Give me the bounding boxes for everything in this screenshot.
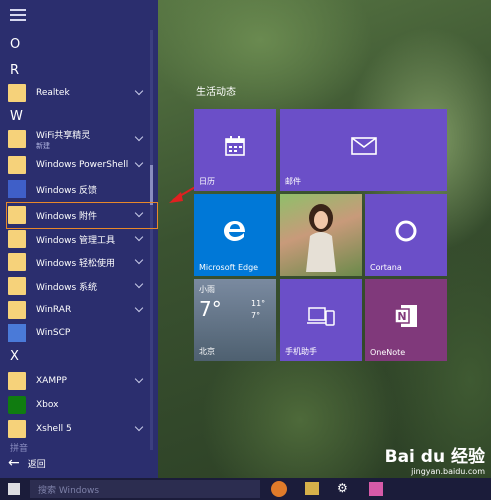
weather-tile[interactable]: 小雨 7° 11° 7° 北京 <box>194 279 276 361</box>
app-label: WinSCP <box>36 328 71 338</box>
folder-icon <box>8 230 26 248</box>
calendar-tile[interactable]: 日历 <box>194 109 276 191</box>
hamburger-menu-icon[interactable] <box>10 9 26 21</box>
baidu-watermark: Bai du 经验 jingyan.baidu.com <box>385 442 485 476</box>
mail-icon <box>350 137 377 155</box>
folder-icon <box>8 253 26 271</box>
app-label: Xbox <box>36 400 59 410</box>
app-item-xshell[interactable]: Xshell 5 <box>8 418 150 440</box>
tile-group-title: 生活动态 <box>196 87 236 98</box>
mail-tile[interactable]: 邮件 <box>280 109 447 191</box>
app-item-winrar[interactable]: WinRAR <box>8 299 150 321</box>
app-label: Realtek <box>36 88 70 98</box>
chevron-down-icon <box>134 86 144 96</box>
section-letter-pinyin[interactable]: 拼音 <box>10 441 28 454</box>
chevron-down-icon <box>134 132 144 142</box>
phone-companion-tile[interactable]: 手机助手 <box>280 279 362 361</box>
app-label: Windows PowerShell <box>36 160 129 170</box>
photos-tile[interactable] <box>280 194 362 276</box>
back-arrow-icon: ← <box>8 455 20 471</box>
xbox-icon <box>8 396 26 414</box>
app-label: Windows 系统 <box>36 282 98 293</box>
phone-laptop-icon <box>307 307 335 326</box>
weather-condition: 小雨 <box>199 285 215 294</box>
onenote-tile[interactable]: N OneNote <box>365 279 447 361</box>
app-item-admin-tools[interactable]: Windows 管理工具 <box>8 228 150 250</box>
chevron-down-icon <box>134 232 144 242</box>
chevron-down-icon <box>134 255 144 265</box>
scrollbar-track[interactable] <box>150 30 153 450</box>
tile-label: 北京 <box>199 347 215 356</box>
folder-icon <box>8 420 26 438</box>
chevron-down-icon <box>134 279 144 289</box>
chevron-down-icon <box>134 374 144 384</box>
section-letter-r[interactable]: R <box>10 63 19 78</box>
new-badge: 新建 <box>36 141 50 150</box>
svg-text:N: N <box>397 310 406 323</box>
watermark-url: jingyan.baidu.com <box>411 467 485 476</box>
app-label: Windows 管理工具 <box>36 235 116 246</box>
tile-label: Microsoft Edge <box>199 263 259 272</box>
tile-label: Cortana <box>370 263 402 272</box>
chevron-down-icon <box>134 303 144 313</box>
app-label: WiFi共享精灵 <box>36 130 91 141</box>
app-item-powershell[interactable]: Windows PowerShell <box>8 154 150 176</box>
app-item-wifi[interactable]: WiFi共享精灵 新建 <box>8 126 150 152</box>
app-item-ease-of-access[interactable]: Windows 轻松使用 <box>8 251 150 273</box>
edge-tile[interactable]: Microsoft Edge <box>194 194 276 276</box>
app-item-xampp[interactable]: XAMPP <box>8 370 150 392</box>
watermark-logo: Bai du 经验 <box>384 447 485 467</box>
edge-icon <box>224 220 245 241</box>
app-label: Windows 轻松使用 <box>36 258 116 269</box>
folder-icon <box>8 130 26 148</box>
browser-taskbar-icon[interactable] <box>271 481 287 497</box>
folder-icon <box>8 84 26 102</box>
scrollbar-thumb[interactable] <box>150 165 153 205</box>
weather-high: 11° <box>251 299 266 308</box>
calendar-icon <box>225 135 245 156</box>
tile-label: 手机助手 <box>285 347 317 356</box>
onenote-icon: N <box>394 304 417 327</box>
chevron-down-icon <box>134 422 144 432</box>
feedback-icon <box>8 180 26 198</box>
tile-label: 日历 <box>199 177 215 186</box>
app-label: Xshell 5 <box>36 424 72 434</box>
settings-gear-icon[interactable]: ⚙ <box>337 481 348 495</box>
section-letter-o[interactable]: O <box>10 37 20 52</box>
app-label: Windows 反馈 <box>36 185 98 196</box>
app-item-system[interactable]: Windows 系统 <box>8 275 150 297</box>
tile-label: 邮件 <box>285 177 301 186</box>
app-item-winscp[interactable]: WinSCP <box>8 322 150 344</box>
windows-start-icon[interactable] <box>8 483 20 495</box>
cortana-tile[interactable]: Cortana <box>365 194 447 276</box>
app-label: XAMPP <box>36 376 67 386</box>
winscp-icon <box>8 324 26 342</box>
weather-low: 7° <box>251 311 261 320</box>
folder-icon <box>8 372 26 390</box>
cortana-icon <box>395 220 417 242</box>
app-label: WinRAR <box>36 305 72 315</box>
photo-person-icon <box>306 204 336 272</box>
app-item-feedback[interactable]: Windows 反馈 <box>8 178 150 200</box>
search-placeholder[interactable]: 搜索 Windows <box>38 483 99 496</box>
chevron-down-icon <box>134 158 144 168</box>
folder-taskbar-icon[interactable] <box>305 482 319 495</box>
start-menu-app-list: O R Realtek W WiFi共享精灵 新建 Windows PowerS… <box>0 0 158 478</box>
app-item-xbox[interactable]: Xbox <box>8 394 150 416</box>
tile-label: OneNote <box>370 348 406 357</box>
back-label: 返回 <box>27 459 46 470</box>
back-button[interactable]: ← 返回 <box>8 455 46 471</box>
app-item-realtek[interactable]: Realtek <box>8 82 150 104</box>
app-taskbar-icon[interactable] <box>369 482 383 496</box>
highlight-annotation <box>6 202 158 229</box>
folder-icon <box>8 277 26 295</box>
section-letter-x[interactable]: X <box>10 349 19 364</box>
weather-temp: 7° <box>199 297 222 321</box>
folder-icon <box>8 301 26 319</box>
section-letter-w[interactable]: W <box>10 109 23 124</box>
folder-icon <box>8 156 26 174</box>
